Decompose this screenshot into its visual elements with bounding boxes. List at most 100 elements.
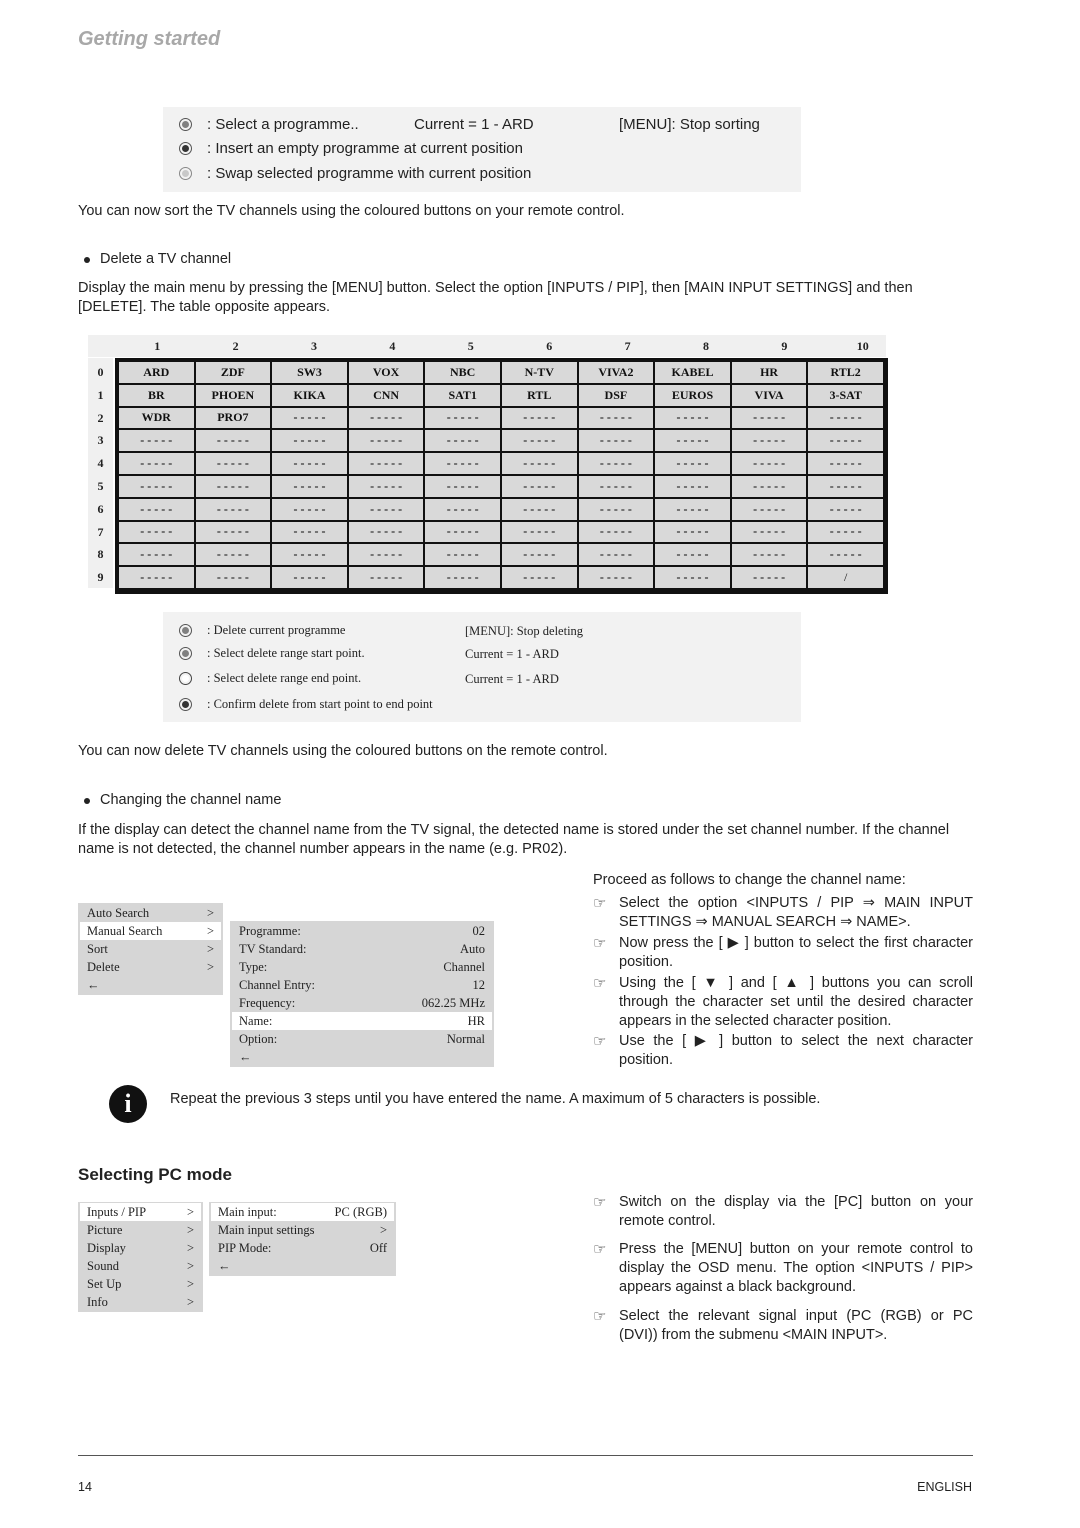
main-menu-item[interactable]: Picture > [80, 1221, 201, 1239]
channel-cell[interactable]: KABEL [655, 362, 730, 383]
channel-cell[interactable]: 3-SAT [808, 384, 883, 406]
channel-cell[interactable]: - - - - - [655, 430, 730, 452]
channel-cell[interactable]: - - - - - [808, 544, 883, 566]
channel-cell[interactable]: / [808, 567, 883, 588]
channel-cell[interactable]: VIVA [731, 384, 807, 406]
channel-cell[interactable]: - - - - - [425, 430, 500, 452]
channel-cell[interactable]: - - - - - [425, 567, 500, 588]
channel-cell[interactable]: SW3 [272, 362, 347, 383]
channel-cell[interactable]: - - - - - [501, 521, 577, 543]
channel-cell[interactable]: - - - - - [119, 498, 194, 520]
channel-cell[interactable]: - - - - - [731, 498, 807, 520]
inputs-menu-item[interactable]: Main input settings > [211, 1221, 394, 1239]
channel-cell[interactable]: EUROS [655, 384, 730, 406]
channel-cell[interactable]: - - - - - [578, 498, 654, 520]
channel-cell[interactable]: - - - - - [501, 498, 577, 520]
channel-cell[interactable]: - - - - - [195, 430, 271, 452]
channel-cell[interactable]: - - - - - [501, 407, 577, 429]
search-menu-item[interactable]: Delete > [80, 958, 221, 976]
channel-cell[interactable]: - - - - - [731, 475, 807, 497]
channel-cell[interactable]: DSF [578, 384, 654, 406]
channel-cell[interactable]: - - - - - [731, 521, 807, 543]
channel-cell[interactable]: - - - - - [655, 521, 730, 543]
channel-cell[interactable]: - - - - - [655, 453, 730, 474]
channel-cell[interactable]: - - - - - [578, 475, 654, 497]
channel-cell[interactable]: VOX [348, 362, 424, 383]
channel-cell[interactable]: - - - - - [195, 544, 271, 566]
channel-cell[interactable]: - - - - - [272, 521, 347, 543]
channel-cell[interactable]: - - - - - [808, 475, 883, 497]
channel-cell[interactable]: - - - - - [425, 521, 500, 543]
channel-cell[interactable]: - - - - - [119, 430, 194, 452]
channel-cell[interactable]: - - - - - [425, 498, 500, 520]
manual-menu-item[interactable]: TV Standard: Auto [232, 940, 492, 958]
channel-cell[interactable]: CNN [348, 384, 424, 406]
channel-cell[interactable]: - - - - - [731, 544, 807, 566]
channel-cell[interactable]: - - - - - [655, 544, 730, 566]
channel-cell[interactable]: - - - - - [578, 430, 654, 452]
channel-cell[interactable]: - - - - - [348, 475, 424, 497]
main-menu-item[interactable]: Display > [80, 1239, 201, 1257]
channel-cell[interactable]: RTL [501, 384, 577, 406]
search-menu-item[interactable]: Manual Search > [80, 922, 221, 940]
channel-cell[interactable]: - - - - - [501, 453, 577, 474]
channel-cell[interactable]: - - - - - [655, 407, 730, 429]
channel-cell[interactable]: - - - - - [808, 407, 883, 429]
inputs-menu-item[interactable]: ← [211, 1257, 394, 1275]
search-menu-item[interactable]: Sort > [80, 940, 221, 958]
channel-cell[interactable]: - - - - - [425, 453, 500, 474]
channel-cell[interactable]: - - - - - [119, 521, 194, 543]
channel-cell[interactable]: - - - - - [272, 567, 347, 588]
channel-cell[interactable]: PHOEN [195, 384, 271, 406]
channel-cell[interactable]: - - - - - [731, 453, 807, 474]
main-menu-item[interactable]: Info > [80, 1293, 201, 1311]
manual-menu-item[interactable]: Type: Channel [232, 958, 492, 976]
channel-cell[interactable]: - - - - - [731, 407, 807, 429]
channel-cell[interactable]: - - - - - [808, 498, 883, 520]
search-menu-item[interactable]: ← [80, 976, 221, 994]
manual-menu-item[interactable]: Programme: 02 [232, 922, 492, 940]
channel-cell[interactable]: - - - - - [272, 475, 347, 497]
channel-cell[interactable]: - - - - - [655, 498, 730, 520]
search-menu-item[interactable]: Auto Search > [80, 904, 221, 922]
channel-cell[interactable]: - - - - - [425, 475, 500, 497]
manual-menu-item[interactable]: Option: Normal [232, 1030, 492, 1048]
inputs-menu-item[interactable]: PIP Mode: Off [211, 1239, 394, 1257]
channel-cell[interactable]: - - - - - [348, 567, 424, 588]
channel-cell[interactable]: - - - - - [578, 521, 654, 543]
channel-cell[interactable]: - - - - - [578, 544, 654, 566]
channel-cell[interactable]: - - - - - [501, 544, 577, 566]
manual-menu-item[interactable]: Channel Entry: 12 [232, 976, 492, 994]
channel-cell[interactable]: - - - - - [195, 475, 271, 497]
channel-cell[interactable]: - - - - - [808, 453, 883, 474]
channel-cell[interactable]: - - - - - [501, 567, 577, 588]
channel-cell[interactable]: - - - - - [272, 430, 347, 452]
channel-cell[interactable]: VIVA2 [578, 362, 654, 383]
channel-cell[interactable]: - - - - - [195, 453, 271, 474]
channel-cell[interactable]: - - - - - [272, 498, 347, 520]
channel-cell[interactable]: ARD [119, 362, 194, 383]
channel-cell[interactable]: - - - - - [348, 407, 424, 429]
manual-menu-item[interactable]: ← [232, 1048, 492, 1066]
channel-cell[interactable]: - - - - - [348, 521, 424, 543]
channel-cell[interactable]: - - - - - [348, 453, 424, 474]
channel-cell[interactable]: WDR [119, 407, 194, 429]
manual-menu-item[interactable]: Name: HR [232, 1012, 492, 1030]
channel-cell[interactable]: - - - - - [272, 453, 347, 474]
channel-cell[interactable]: - - - - - [655, 475, 730, 497]
channel-cell[interactable]: N-TV [501, 362, 577, 383]
channel-cell[interactable]: HR [731, 362, 807, 383]
channel-cell[interactable]: - - - - - [195, 498, 271, 520]
channel-cell[interactable]: SAT1 [425, 384, 500, 406]
channel-cell[interactable]: - - - - - [578, 407, 654, 429]
main-menu-item[interactable]: Inputs / PIP > [80, 1203, 201, 1221]
channel-cell[interactable]: - - - - - [501, 475, 577, 497]
channel-cell[interactable]: ZDF [195, 362, 271, 383]
channel-cell[interactable]: - - - - - [655, 567, 730, 588]
channel-cell[interactable]: - - - - - [501, 430, 577, 452]
channel-cell[interactable]: - - - - - [425, 407, 500, 429]
channel-cell[interactable]: - - - - - [119, 567, 194, 588]
channel-cell[interactable]: - - - - - [348, 498, 424, 520]
channel-cell[interactable]: KIKA [272, 384, 347, 406]
channel-cell[interactable]: - - - - - [119, 544, 194, 566]
